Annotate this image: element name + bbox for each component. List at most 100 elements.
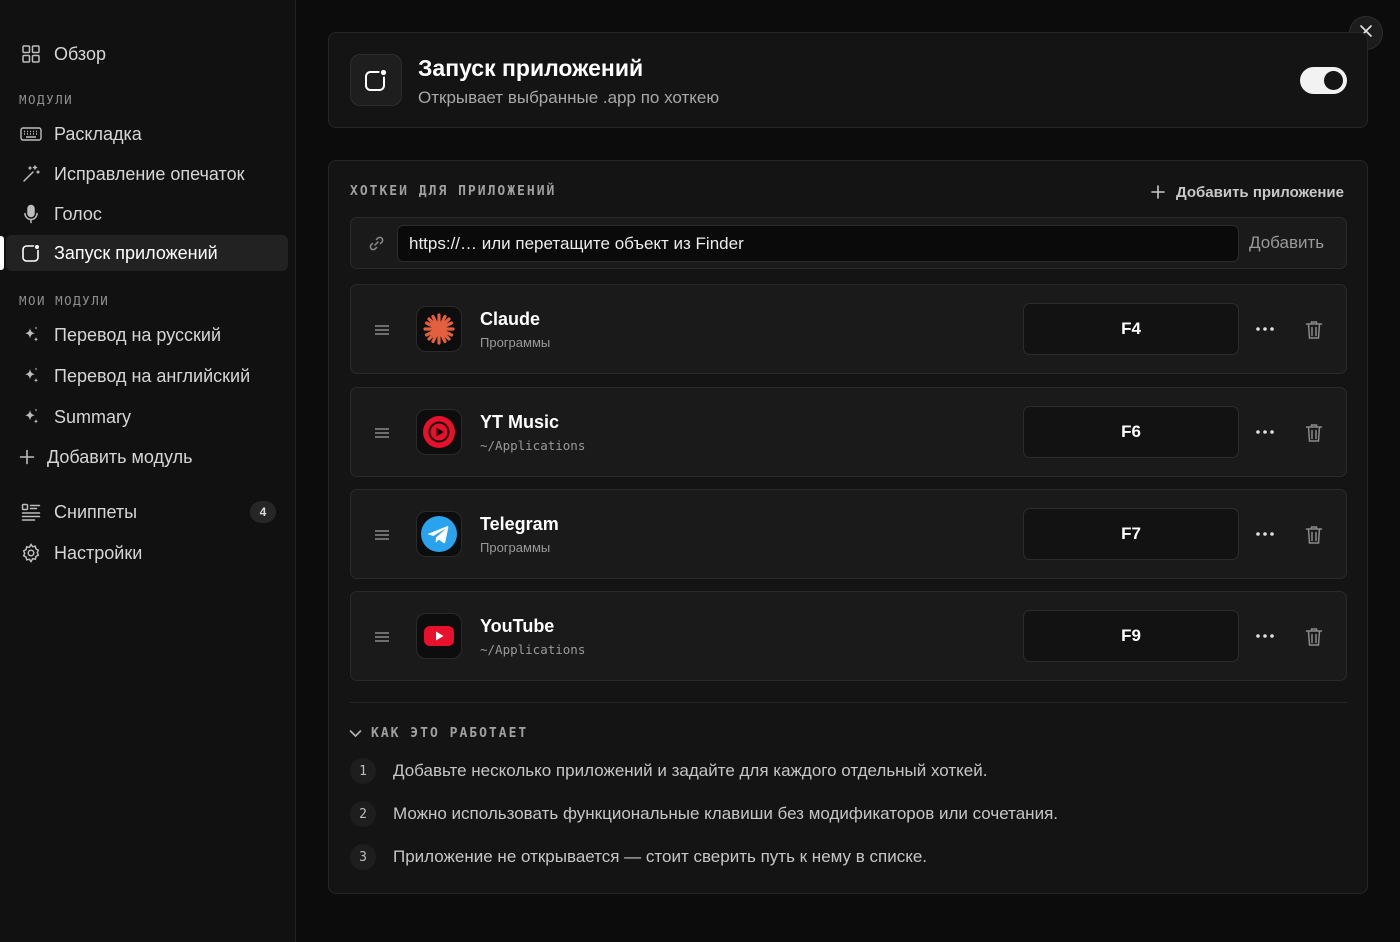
step-number: 3 (350, 844, 376, 870)
delete-app-button[interactable] (1303, 421, 1325, 445)
delete-app-button[interactable] (1303, 523, 1325, 547)
step-text: Приложение не открывается — стоит сверит… (393, 847, 928, 866)
magic-wand-icon (20, 163, 42, 185)
drag-handle-icon[interactable] (374, 528, 390, 546)
url-input[interactable] (397, 225, 1239, 262)
sparkle-icon (20, 324, 42, 346)
active-indicator (0, 236, 4, 270)
app-row: Telegram Программы F7 (350, 489, 1347, 579)
sidebar-item-label: Голос (54, 203, 102, 224)
url-add-bar: Добавить (350, 217, 1347, 269)
sidebar-item-label: Перевод на русский (54, 324, 221, 345)
hotkey-field[interactable]: F4 (1023, 303, 1239, 355)
sidebar-item-snippets[interactable]: Сниппеты 4 (6, 494, 288, 530)
more-options-button[interactable] (1253, 626, 1277, 646)
trash-icon (1305, 525, 1323, 545)
app-launch-icon (350, 54, 402, 106)
app-path: ~/Applications (480, 438, 586, 453)
app-name: YouTube (480, 616, 555, 636)
sparkle-icon (20, 406, 42, 428)
hotkey-field[interactable]: F7 (1023, 508, 1239, 560)
telegram-icon (416, 511, 462, 557)
sidebar-item-layout[interactable]: Раскладка (6, 116, 288, 152)
ellipsis-icon (1256, 327, 1274, 331)
sidebar-item-label: Запуск приложений (54, 242, 218, 263)
gear-icon (20, 542, 42, 564)
sidebar: Обзор МОДУЛИ Раскладка Исправление опеча… (0, 0, 296, 942)
plus-icon (1151, 185, 1165, 199)
drag-handle-icon[interactable] (374, 630, 390, 648)
hotkey-field[interactable]: F6 (1023, 406, 1239, 458)
app-launch-icon (20, 242, 42, 264)
youtube-icon (416, 613, 462, 659)
sidebar-item-translate-ru[interactable]: Перевод на русский (6, 317, 288, 353)
app-row: YT Music ~/Applications F6 (350, 387, 1347, 477)
hotkeys-section-label: ХОТКЕИ ДЛЯ ПРИЛОЖЕНИЙ (350, 184, 557, 199)
ellipsis-icon (1256, 430, 1274, 434)
chevron-down-icon (349, 729, 362, 738)
ellipsis-icon (1256, 532, 1274, 536)
sidebar-item-typo-fix[interactable]: Исправление опечаток (6, 156, 288, 192)
modules-section-label: МОДУЛИ (19, 92, 74, 107)
step-text: Можно использовать функциональные клавиш… (393, 804, 1058, 823)
sidebar-item-voice[interactable]: Голос (6, 196, 288, 232)
my-modules-section-label: МОИ МОДУЛИ (19, 293, 110, 308)
page-title: Запуск приложений (418, 55, 644, 81)
add-module-button[interactable]: Добавить модуль (6, 439, 288, 475)
sidebar-item-translate-en[interactable]: Перевод на английский (6, 358, 288, 394)
app-name: YT Music (480, 412, 560, 432)
claude-icon (416, 306, 462, 352)
how-step: 1 Добавьте несколько приложений и задайт… (350, 758, 987, 784)
app-path: Программы (480, 540, 551, 555)
sidebar-item-label: Обзор (54, 43, 106, 64)
trash-icon (1305, 423, 1323, 443)
url-add-button[interactable]: Добавить (1249, 233, 1324, 253)
app-row: YouTube ~/Applications F9 (350, 591, 1347, 681)
plus-icon (18, 446, 36, 468)
hotkeys-card: ХОТКЕИ ДЛЯ ПРИЛОЖЕНИЙ Добавить приложени… (328, 160, 1368, 894)
add-app-label: Добавить приложение (1176, 183, 1344, 201)
drag-handle-icon[interactable] (374, 426, 390, 444)
sidebar-item-label: Исправление опечаток (54, 163, 245, 184)
sidebar-item-app-launch[interactable]: Запуск приложений (6, 235, 288, 271)
more-options-button[interactable] (1253, 319, 1277, 339)
delete-app-button[interactable] (1303, 625, 1325, 649)
snippets-count-badge: 4 (250, 501, 276, 523)
delete-app-button[interactable] (1303, 318, 1325, 342)
hotkey-field[interactable]: F9 (1023, 610, 1239, 662)
trash-icon (1305, 320, 1323, 340)
add-module-label: Добавить модуль (47, 446, 193, 467)
divider (350, 702, 1347, 703)
sidebar-item-label: Настройки (54, 542, 143, 563)
sidebar-item-overview[interactable]: Обзор (6, 36, 288, 72)
module-enable-toggle[interactable] (1300, 67, 1347, 94)
app-name: Telegram (480, 514, 559, 534)
sidebar-item-label: Раскладка (54, 123, 142, 144)
sidebar-item-label: Сниппеты (54, 501, 138, 522)
sidebar-item-label: Summary (54, 406, 132, 427)
how-it-works-toggle[interactable]: КАК ЭТО РАБОТАЕТ (349, 726, 528, 741)
step-text: Добавьте несколько приложений и задайте … (393, 761, 988, 780)
how-step: 2 Можно использовать функциональные клав… (350, 801, 1058, 827)
step-number: 2 (350, 801, 376, 827)
how-it-works-label: КАК ЭТО РАБОТАЕТ (371, 726, 529, 741)
how-step: 3 Приложение не открывается — стоит свер… (350, 844, 927, 870)
more-options-button[interactable] (1253, 524, 1277, 544)
more-options-button[interactable] (1253, 422, 1277, 442)
keyboard-icon (20, 123, 42, 145)
sparkle-icon (20, 365, 42, 387)
snippets-icon (20, 501, 42, 523)
add-app-button[interactable]: Добавить приложение (1151, 181, 1344, 203)
drag-handle-icon[interactable] (374, 323, 390, 341)
sidebar-item-summary[interactable]: Summary (6, 399, 288, 435)
app-path: ~/Applications (480, 642, 586, 657)
toggle-knob (1324, 71, 1343, 90)
grid-icon (20, 43, 42, 65)
app-name: Claude (480, 309, 541, 329)
module-header-card: Запуск приложений Открывает выбранные .a… (328, 32, 1368, 128)
step-number: 1 (350, 758, 376, 784)
microphone-icon (20, 203, 42, 225)
sidebar-item-settings[interactable]: Настройки (6, 535, 288, 571)
app-path: Программы (480, 335, 551, 350)
link-icon (368, 235, 385, 252)
